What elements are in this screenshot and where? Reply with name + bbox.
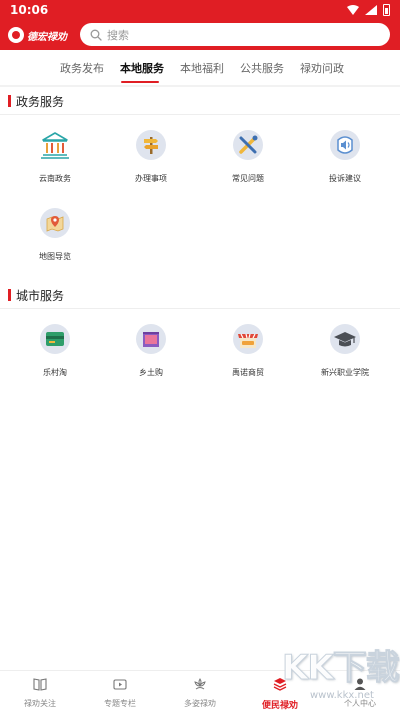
section-accent-bar — [8, 95, 11, 107]
grid-item-banli-shixiang[interactable]: 办理事项 — [101, 130, 201, 200]
flower-icon — [194, 678, 206, 690]
section-title: 政务服务 — [16, 95, 65, 109]
tab-bar: 政务发布 本地服务 本地福利 公共服务 禄劝问政 — [0, 50, 400, 85]
grid-item-ditu-daolan[interactable]: 地图导览 — [5, 208, 105, 278]
grid-item-label: 禹诺商贸 — [232, 368, 264, 377]
grid-item-lecuntao[interactable]: 乐村淘 — [5, 324, 105, 394]
grid-item-label: 办理事项 — [135, 174, 167, 183]
search-icon — [90, 29, 102, 41]
grid-item-label: 地图导览 — [39, 252, 71, 261]
nav-item-duozi-luquan[interactable]: 多姿禄劝 — [160, 675, 240, 711]
book-icon — [33, 678, 47, 691]
battery-icon — [383, 4, 390, 16]
grid-item-label: 新兴职业学院 — [321, 368, 369, 377]
grid-item-label: 投诉建议 — [329, 174, 361, 183]
search-input[interactable]: 搜索 — [80, 23, 390, 46]
tab-zhengwu-fabu[interactable]: 政务发布 — [60, 60, 104, 76]
shop-card-icon — [40, 324, 70, 354]
section-title: 城市服务 — [16, 289, 65, 303]
section-divider — [0, 114, 400, 115]
watermark-url: www.kkx.net — [310, 690, 374, 701]
section-accent-bar — [8, 289, 11, 301]
signpost-icon — [136, 130, 166, 160]
section-header-chengshi: 城市服务 — [0, 282, 400, 308]
search-placeholder: 搜索 — [107, 28, 129, 42]
video-icon — [113, 679, 127, 690]
watermark: KK下载 www.kkx.net — [270, 638, 400, 710]
watermark-logo: KK下载 — [282, 648, 400, 689]
nav-label: 专题专栏 — [104, 699, 136, 708]
nav-item-zhuanti-zhuanlan[interactable]: 专题专栏 — [80, 675, 160, 711]
grid-item-label: 云南政务 — [39, 174, 71, 183]
tab-luquan-wenzheng[interactable]: 禄劝问政 — [300, 60, 344, 76]
tab-bendi-fuli[interactable]: 本地福利 — [180, 60, 224, 76]
grid-item-yunuo-shangmao[interactable]: 禹诺商贸 — [198, 324, 298, 394]
section-header-zhengwu: 政务服务 — [0, 88, 400, 114]
logo-seal-icon — [8, 27, 24, 43]
grid-item-label: 乡土购 — [139, 368, 163, 377]
grid-item-yunnan-zhengwu[interactable]: 云南政务 — [5, 130, 105, 200]
nav-label: 禄劝关注 — [24, 699, 56, 708]
logo-text: 德宏禄劝 — [27, 31, 67, 43]
active-tab-indicator — [121, 81, 159, 83]
map-pin-icon — [40, 208, 70, 238]
grid-item-label: 乐村淘 — [43, 368, 67, 377]
grid-item-label: 常见问题 — [232, 174, 264, 183]
nav-label: 多姿禄劝 — [184, 699, 216, 708]
tools-icon — [233, 130, 263, 160]
graduation-cap-icon — [330, 324, 360, 354]
speaker-icon — [330, 130, 360, 160]
signal-icon — [365, 5, 377, 15]
nav-item-luquan-guanzhu[interactable]: 禄劝关注 — [0, 675, 80, 711]
status-time: 10:06 — [10, 3, 49, 17]
grid-item-xinxing-zhiye-xueyuan[interactable]: 新兴职业学院 — [295, 324, 395, 394]
grid-item-changjian-wenti[interactable]: 常见问题 — [198, 130, 298, 200]
storefront-icon — [233, 324, 263, 354]
tabs-divider — [0, 85, 400, 87]
section-divider — [0, 308, 400, 309]
app-bar: 德宏禄劝 搜索 — [0, 20, 400, 50]
grid-item-tousu-jianyi[interactable]: 投诉建议 — [295, 130, 395, 200]
gift-box-icon — [136, 324, 166, 354]
tab-gonggong-fuwu[interactable]: 公共服务 — [240, 60, 284, 76]
status-icons — [347, 4, 390, 16]
grid-item-xiangtugou[interactable]: 乡土购 — [101, 324, 201, 394]
government-building-icon — [41, 132, 69, 159]
tab-bendi-fuwu[interactable]: 本地服务 — [120, 60, 164, 76]
wifi-icon — [347, 5, 359, 15]
status-bar: 10:06 — [0, 0, 400, 20]
app-logo[interactable]: 德宏禄劝 — [8, 25, 70, 45]
